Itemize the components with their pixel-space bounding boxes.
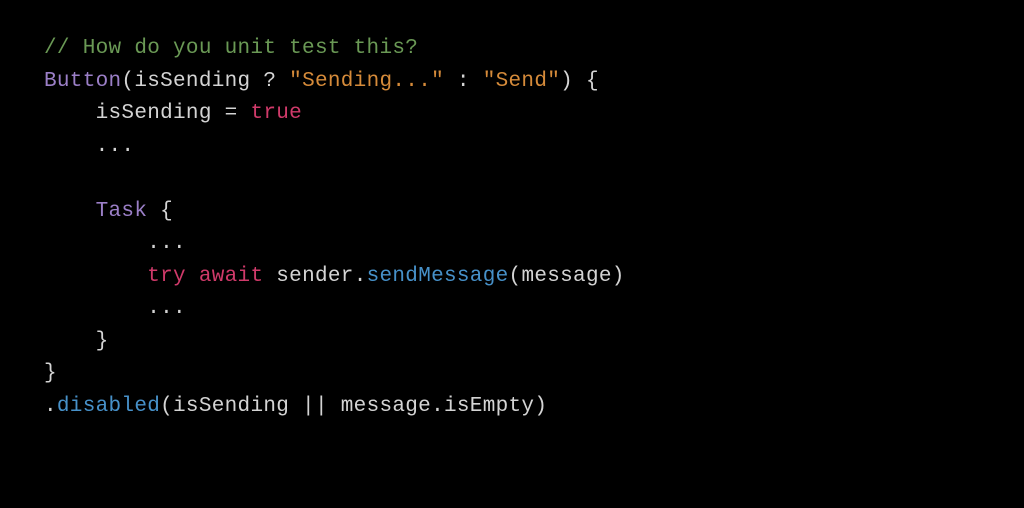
identifier-isSending: isSending <box>173 395 289 418</box>
property-isEmpty: isEmpty <box>444 395 534 418</box>
paren-close-brace: ) { <box>560 70 599 93</box>
dot: . <box>354 265 367 288</box>
operator-or: || <box>289 395 341 418</box>
identifier-isSending: isSending <box>134 70 250 93</box>
keyword-await: await <box>199 265 264 288</box>
brace-open: { <box>147 200 173 223</box>
indent <box>44 200 96 223</box>
identifier-message: message <box>341 395 431 418</box>
space <box>186 265 199 288</box>
dot: . <box>431 395 444 418</box>
paren-close: ) <box>612 265 625 288</box>
space <box>263 265 276 288</box>
type-button: Button <box>44 70 121 93</box>
comment: // How do you unit test this? <box>44 37 418 60</box>
code-block: // How do you unit test this? Button(isS… <box>44 33 980 424</box>
type-task: Task <box>96 200 148 223</box>
ellipsis: ... <box>147 232 186 255</box>
paren-open: ( <box>121 70 134 93</box>
ellipsis: ... <box>147 297 186 320</box>
string-send: "Send" <box>483 70 560 93</box>
method-sendMessage: sendMessage <box>367 265 509 288</box>
ellipsis: ... <box>96 135 135 158</box>
indent <box>44 102 96 125</box>
paren-open: ( <box>509 265 522 288</box>
indent <box>44 330 96 353</box>
indent <box>44 135 96 158</box>
indent <box>44 265 147 288</box>
keyword-try: try <box>147 265 186 288</box>
assignment: isSending = <box>96 102 251 125</box>
dot: . <box>44 395 57 418</box>
ternary-colon: : <box>444 70 483 93</box>
method-disabled: disabled <box>57 395 160 418</box>
keyword-true: true <box>250 102 302 125</box>
brace-close: } <box>44 362 57 385</box>
identifier-message: message <box>521 265 611 288</box>
ternary-qmark: ? <box>250 70 289 93</box>
indent <box>44 232 147 255</box>
indent <box>44 297 147 320</box>
paren-close: ) <box>534 395 547 418</box>
string-sending: "Sending..." <box>289 70 444 93</box>
paren-open: ( <box>160 395 173 418</box>
brace-close: } <box>96 330 109 353</box>
identifier-sender: sender <box>276 265 353 288</box>
